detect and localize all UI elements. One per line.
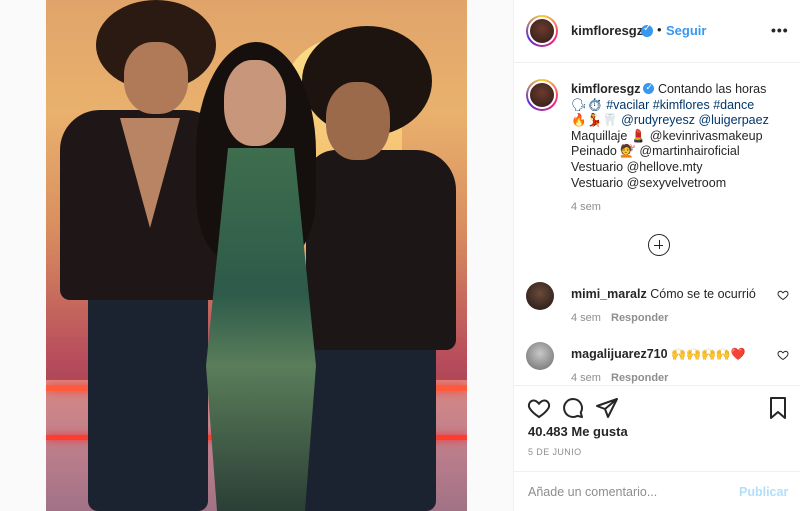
caption-line: Maquillaje 💄 @kevinrivasmakeup — [571, 128, 763, 143]
caption-line[interactable]: 🗣⏱ #vacilar #kimflores #dance — [571, 98, 796, 114]
comment-body: Cómo se te ocurrió — [650, 287, 756, 301]
add-comment-bar: Añade un comentario... Publicar — [514, 471, 800, 511]
likes-count[interactable]: 40.483 Me gusta — [528, 424, 628, 439]
separator-dot: • — [657, 22, 662, 37]
header-username[interactable]: kimfloresgz — [571, 23, 643, 38]
load-more-comments-icon[interactable] — [648, 234, 670, 256]
comment-text: magalijuarez710 🙌🙌🙌🙌❤️ — [571, 347, 746, 361]
comment-bubble-icon[interactable] — [561, 396, 585, 420]
avatar[interactable] — [526, 342, 554, 370]
reply-button[interactable]: Responder — [611, 312, 668, 324]
instagram-post: kimfloresgz • Seguir ••• kimfloresgz Con… — [0, 0, 800, 511]
caption-username[interactable]: kimfloresgz — [571, 82, 640, 96]
share-send-icon[interactable] — [595, 396, 619, 420]
reply-button[interactable]: Responder — [611, 372, 668, 384]
follow-button[interactable]: Seguir — [666, 23, 706, 38]
post-photo[interactable] — [46, 0, 467, 511]
caption-line: Vestuario @sexyvelvetroom — [571, 175, 727, 190]
comment-input[interactable]: Añade un comentario... — [528, 485, 657, 499]
caption-text: kimfloresgz Contando las horas 🗣⏱ #vacil… — [571, 81, 796, 191]
like-heart-icon[interactable] — [527, 396, 551, 420]
caption-line[interactable]: 🔥💃🦷 @rudyreyesz @luigerpaez — [571, 113, 796, 129]
caption-time: 4 sem — [571, 201, 601, 213]
caption-line: Contando las horas — [657, 82, 767, 96]
comment-username[interactable]: mimi_maralz — [571, 287, 647, 301]
avatar[interactable] — [526, 79, 558, 111]
publish-button[interactable]: Publicar — [739, 485, 788, 499]
caption-line: Vestuario @hellove.mty — [571, 159, 703, 174]
post-header: kimfloresgz • Seguir ••• — [514, 0, 800, 63]
comment: mimi_maralz Cómo se te ocurrió 4 sem Res… — [526, 282, 791, 338]
verified-icon — [643, 81, 655, 97]
heart-icon[interactable] — [777, 349, 789, 361]
post-date[interactable]: 5 DE JUNIO — [528, 447, 582, 457]
heart-icon[interactable] — [777, 289, 789, 301]
post-actions: 40.483 Me gusta 5 DE JUNIO Añade un come… — [514, 385, 800, 511]
more-options-icon[interactable]: ••• — [771, 22, 789, 38]
comment-body: 🙌🙌🙌🙌❤️ — [671, 347, 746, 361]
comment-text: mimi_maralz Cómo se te ocurrió — [571, 287, 756, 301]
avatar[interactable] — [526, 282, 554, 310]
avatar[interactable] — [526, 15, 558, 47]
post-sidebar: kimfloresgz • Seguir ••• kimfloresgz Con… — [513, 0, 800, 511]
save-bookmark-icon[interactable] — [766, 396, 790, 420]
verified-icon — [641, 23, 653, 37]
comment-time[interactable]: 4 sem — [571, 372, 601, 384]
caption-line: Peinado 💇 @martinhairoficial — [571, 144, 740, 159]
comment-username[interactable]: magalijuarez710 — [571, 347, 668, 361]
comment-time[interactable]: 4 sem — [571, 312, 601, 324]
